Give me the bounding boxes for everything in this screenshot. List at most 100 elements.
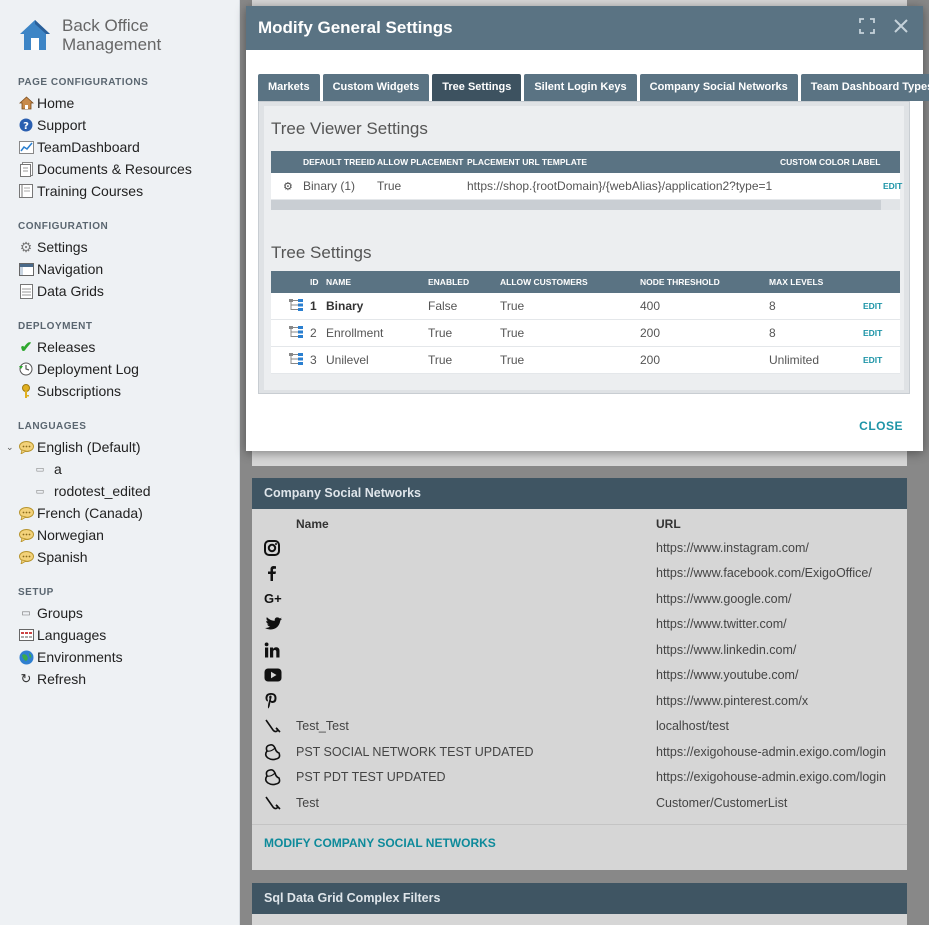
sidebar-item-label: Releases [37, 339, 96, 355]
youtube-icon [264, 668, 282, 682]
edit-button[interactable]: EDIT [863, 355, 882, 365]
col-placement-url: PLACEMENT URL TEMPLATE [467, 157, 588, 167]
sidebar-item-label: Norwegian [37, 527, 104, 543]
table-row: https://www.youtube.com/ [252, 663, 907, 689]
row-name: Test [296, 795, 319, 810]
panel-title: Sql Data Grid Complex Filters [252, 883, 907, 914]
cell-name: Enrollment [326, 326, 384, 340]
scrollbar-thumb[interactable] [271, 200, 881, 210]
tab-team-dashboard-types[interactable]: Team Dashboard Types [800, 74, 929, 101]
col-default-treeid: DEFAULT TREEID [303, 157, 376, 167]
table-icon [18, 627, 34, 643]
sidebar-item-documents[interactable]: Documents & Resources [0, 158, 239, 180]
tab-silent-login-keys[interactable]: Silent Login Keys [524, 74, 637, 101]
tree-settings-heading: Tree Settings [271, 243, 372, 262]
cell-tree: Binary (1) [303, 179, 356, 193]
sidebar-item-training[interactable]: Training Courses [0, 180, 239, 202]
row-name: Test_Test [296, 719, 349, 734]
row-url: Customer/CustomerList [656, 795, 788, 810]
history-icon [18, 361, 34, 377]
sidebar-item-settings[interactable]: ⚙ Settings [0, 236, 239, 258]
cell-allow: True [377, 179, 402, 193]
sidebar-item-label: Refresh [37, 671, 87, 687]
twitter-icon [264, 616, 282, 630]
panel-sql-data-grid: Sql Data Grid Complex Filters [252, 883, 907, 925]
col-allow-placement: ALLOW PLACEMENT [377, 157, 464, 167]
sidebar-item-refresh[interactable]: ↻ Refresh [0, 668, 239, 690]
sidebar-item-english[interactable]: ⌄ English (Default) [0, 436, 239, 458]
sidebar-item-home[interactable]: Home [0, 92, 239, 114]
svg-text:?: ? [23, 121, 29, 132]
brand[interactable]: Back Office Management [0, 0, 239, 70]
section-title-languages: LANGUAGES [18, 421, 87, 432]
edit-button[interactable]: EDIT [863, 328, 882, 338]
edit-button[interactable]: EDIT [863, 301, 882, 311]
home-icon [18, 95, 34, 111]
sidebar-item-languages[interactable]: Languages [0, 624, 239, 646]
sidebar-item-label: Data Grids [37, 283, 104, 299]
sidebar-item-support[interactable]: ? Support [0, 114, 239, 136]
tree-node-icon[interactable] [289, 298, 303, 314]
row-url: https://www.youtube.com/ [656, 668, 799, 683]
maximize-icon[interactable] [859, 18, 875, 37]
tree-node-icon[interactable] [289, 352, 303, 368]
square-icon: ▭ [21, 607, 31, 619]
sidebar-item-spanish[interactable]: Spanish [0, 546, 239, 568]
tree-node-icon[interactable] [289, 325, 303, 341]
speech-icon [18, 549, 34, 565]
globe-icon [18, 649, 34, 665]
tree-viewer-heading: Tree Viewer Settings [271, 119, 428, 138]
modal-header: Modify General Settings [246, 6, 923, 50]
section-title-deployment: DEPLOYMENT [18, 321, 93, 332]
cell-enabled: True [428, 353, 453, 367]
table-row: PST PDT TEST UPDATED https://exigohouse-a… [252, 765, 907, 791]
chevron-down-icon[interactable]: ⌄ [6, 442, 14, 453]
sidebar-item-deployment-log[interactable]: Deployment Log [0, 358, 239, 380]
brand-line-2: Management [62, 35, 162, 54]
cell-id: 2 [310, 326, 317, 340]
speech-icon [18, 527, 34, 543]
google-plus-icon: G+ [264, 591, 282, 607]
sidebar-item-data-grids[interactable]: Data Grids [0, 280, 239, 302]
tree-settings-grid: ID NAME ENABLED ALLOW CUSTOMERS NODE THR… [271, 271, 900, 374]
horizontal-scrollbar[interactable] [271, 200, 900, 210]
sidebar-item-rodotest[interactable]: ▭ rodotest_edited [0, 480, 239, 502]
close-icon[interactable] [893, 18, 909, 37]
cell-allow: True [500, 326, 525, 340]
sidebar-item-teamdashboard[interactable]: TeamDashboard [0, 136, 239, 158]
row-url: https://www.twitter.com/ [656, 617, 787, 632]
sidebar-item-groups[interactable]: ▭ Groups [0, 602, 239, 624]
sidebar-item-label: Subscriptions [37, 383, 122, 399]
table-row: PST SOCIAL NETWORK TEST UPDATED https://e… [252, 739, 907, 765]
gear-icon[interactable]: ⚙ [283, 180, 293, 193]
modify-social-networks-link[interactable]: MODIFY COMPANY SOCIAL NETWORKS [252, 823, 907, 860]
sidebar-item-releases[interactable]: ✔ Releases [0, 336, 239, 358]
close-button[interactable]: CLOSE [859, 419, 903, 433]
tab-custom-widgets[interactable]: Custom Widgets [322, 74, 430, 101]
sidebar-item-label: Support [37, 117, 87, 133]
row-name: PST PDT TEST UPDATED [296, 770, 446, 785]
brand-line-1: Back Office [62, 16, 149, 35]
cell-allow: True [500, 299, 525, 313]
table-row: 3 Unilevel True True 200 Unlimited EDIT [271, 347, 900, 374]
grid-icon [18, 283, 34, 299]
sidebar-item-label: English (Default) [37, 439, 141, 455]
custom-network-icon [265, 719, 281, 733]
tab-company-social-networks[interactable]: Company Social Networks [639, 74, 798, 101]
sidebar-item-environments[interactable]: Environments [0, 646, 239, 668]
cell-enabled: False [428, 299, 458, 313]
sidebar-item-subscriptions[interactable]: Subscriptions [0, 380, 239, 402]
sidebar-item-navigation[interactable]: Navigation [0, 258, 239, 280]
sidebar-item-language-a[interactable]: ▭ a [0, 458, 239, 480]
tab-markets[interactable]: Markets [258, 74, 320, 101]
sidebar-item-norwegian[interactable]: Norwegian [0, 524, 239, 546]
custom-network-icon [265, 796, 281, 810]
refresh-icon: ↻ [20, 671, 32, 686]
key-icon [18, 383, 34, 399]
tab-tree-settings[interactable]: Tree Settings [432, 74, 522, 101]
edit-button[interactable]: EDIT [883, 181, 902, 191]
col-url: URL [656, 517, 681, 531]
sidebar-item-french[interactable]: French (Canada) [0, 502, 239, 524]
row-url: https://www.facebook.com/ExigoOffice/ [656, 566, 872, 581]
row-url: https://exigohouse-admin.exigo.com/login [656, 770, 886, 785]
